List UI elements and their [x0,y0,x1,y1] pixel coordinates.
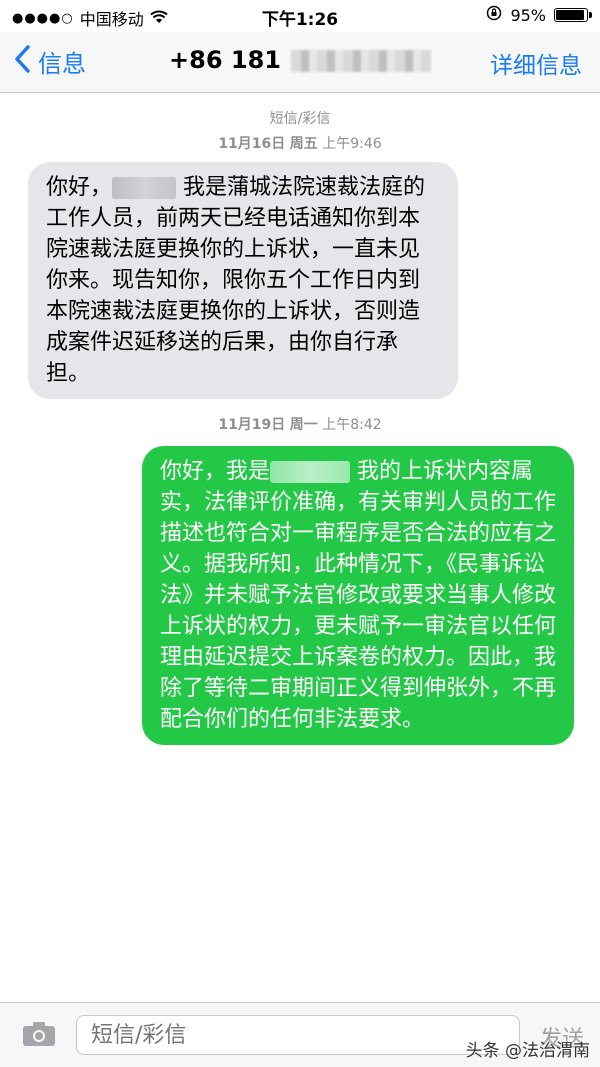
message-text: 我是蒲城法院速裁法庭的工作人员，前两天已经电话通知你到本院速裁法庭更换你的上诉状… [46,175,426,386]
outgoing-message-bubble[interactable]: 你好，我是 我的上诉状内容属实，法律评价准确，有关审判人员的工作描述也符合对一审… [142,446,574,745]
timestamp-time: 上午8:42 [322,417,382,433]
battery-percent: 95% [510,5,546,25]
timestamp-2: 11月19日 周一 上午8:42 [0,414,600,434]
battery-icon [554,8,592,22]
status-bar: ●●●●○ 中国移动 下午1:26 95% [0,0,600,32]
message-input[interactable] [76,1015,520,1055]
rotation-lock-icon [486,5,502,25]
message-text: 你好，我是 [160,459,271,484]
battery-fill [556,10,584,20]
timestamp-day: 周一 [289,417,318,433]
details-button[interactable]: 详细信息 [490,46,582,80]
redacted-number [290,50,431,72]
timestamp-day: 周五 [289,136,318,152]
timestamp-time: 上午9:46 [322,136,382,152]
status-right: 95% [486,5,592,25]
message-text: 我的上诉状内容属实，法律评价准确，有关审判人员的工作描述也符合对一审程序是否合法… [160,459,557,732]
redacted-name [270,461,351,483]
incoming-message-bubble[interactable]: 你好， 我是蒲城法院速裁法庭的工作人员，前两天已经电话通知你到本院速裁法庭更换你… [28,162,458,399]
service-label: 短信/彩信 [269,111,331,127]
camera-icon[interactable] [22,1021,56,1047]
watermark: 头条 @法治渭南 [465,1041,590,1061]
timestamp-1: 11月16日 周五 上午9:46 [0,133,600,153]
timestamp-date: 11月16日 [218,136,286,152]
contact-number: +86 181 [169,46,281,74]
timestamp-date: 11月19日 [218,417,286,433]
message-text: 你好， [46,175,113,200]
nav-bar: 信息 +86 181 详细信息 [0,32,600,93]
redacted-name [112,177,177,199]
